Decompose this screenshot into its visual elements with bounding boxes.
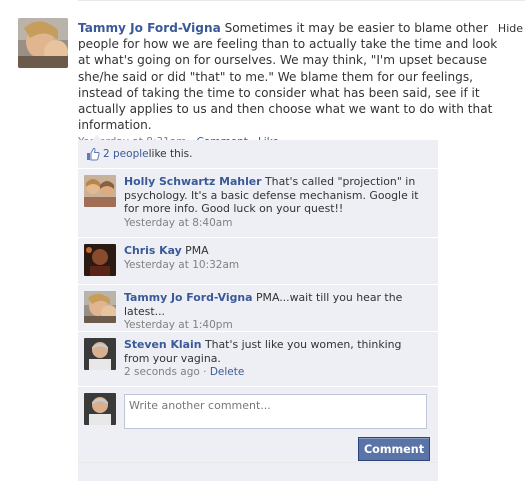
comment-item: Chris Kay PMA Yesterday at 10:32am [78, 237, 438, 284]
likes-row: 2 people like this. [78, 140, 438, 168]
comment-body: Holly Schwartz Mahler That's called "pro… [124, 175, 430, 231]
post-author-avatar[interactable] [18, 18, 68, 68]
post-text: Sometimes it may be easier to blame othe… [78, 21, 498, 133]
top-divider [78, 0, 525, 1]
bottom-divider [78, 462, 438, 463]
comment-composer: Comment [78, 386, 438, 481]
commenter-avatar[interactable] [84, 244, 116, 276]
feedback-nub [92, 135, 102, 140]
comment-timestamp[interactable]: 2 seconds ago [124, 366, 200, 378]
current-user-avatar [84, 393, 116, 425]
comment-item: Tammy Jo Ford-Vigna PMA...wait till you … [78, 284, 438, 331]
post-author-name[interactable]: Tammy Jo Ford-Vigna [78, 21, 221, 35]
comment-item: Holly Schwartz Mahler That's called "pro… [78, 168, 438, 237]
delete-link[interactable]: Delete [210, 366, 245, 378]
comment-submit-button[interactable]: Comment [358, 437, 430, 461]
likes-suffix: like this. [148, 148, 193, 160]
feedback-box: 2 people like this. Holly Schwartz Mahle… [78, 135, 438, 481]
comment-timestamp[interactable]: Yesterday at 1:40pm [124, 319, 233, 331]
comment-body: Chris Kay PMA Yesterday at 10:32am [124, 244, 239, 278]
comment-timestamp[interactable]: Yesterday at 8:40am [124, 217, 232, 229]
commenter-name[interactable]: Tammy Jo Ford-Vigna [124, 291, 253, 304]
commenter-avatar[interactable] [84, 338, 116, 370]
comment-text: PMA [181, 244, 209, 257]
commenter-avatar[interactable] [84, 175, 116, 207]
comment-timestamp[interactable]: Yesterday at 10:32am [124, 259, 239, 271]
comment-input[interactable] [124, 394, 427, 429]
post-content: Tammy Jo Ford-Vigna Sometimes it may be … [78, 20, 498, 151]
commenter-name[interactable]: Steven Klain [124, 338, 201, 351]
meta-separator: · [199, 366, 210, 378]
thumbs-up-icon [87, 147, 100, 161]
comment-body: Steven Klain That's just like you women,… [124, 338, 430, 380]
commenter-name[interactable]: Holly Schwartz Mahler [124, 175, 262, 188]
commenter-avatar[interactable] [84, 291, 116, 323]
comment-body: Tammy Jo Ford-Vigna PMA...wait till you … [124, 291, 430, 331]
likes-count-link[interactable]: 2 people [103, 148, 149, 160]
hide-link[interactable]: Hide [498, 22, 523, 35]
commenter-name[interactable]: Chris Kay [124, 244, 182, 257]
comment-item: Steven Klain That's just like you women,… [78, 331, 438, 386]
